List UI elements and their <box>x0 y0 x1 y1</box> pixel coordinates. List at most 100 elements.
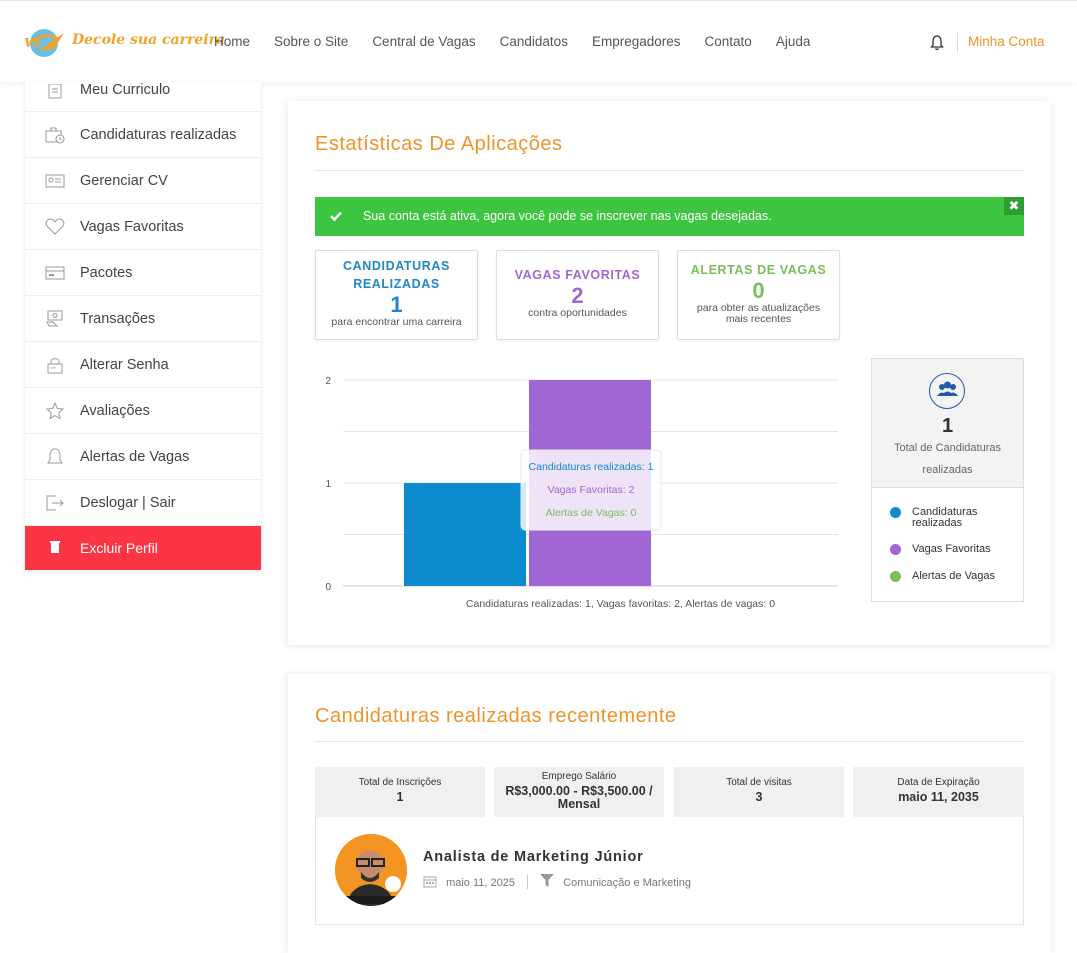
site-logo[interactable]: Vb Decole sua carreira <box>24 23 225 63</box>
stat-box-desc: para obter as atualizações mais recentes <box>696 302 821 325</box>
legend-item-alerts: Alertas de Vagas <box>890 571 1010 582</box>
stat-box-value: 2 <box>571 283 584 308</box>
info-total-inscriptions: Total de Inscrições 1 <box>315 767 485 817</box>
job-category: Comunicação e Marketing <box>563 877 691 889</box>
star-icon <box>45 401 65 419</box>
info-value: 3 <box>755 790 763 804</box>
legend-dot <box>890 507 901 518</box>
notification-bell-icon[interactable] <box>930 35 944 51</box>
sidebar-item-label: Transações <box>80 310 156 327</box>
dashboard-sidebar: Meu Curriculo Candidaturas realizadas Ge… <box>25 82 261 570</box>
total-applications-value: 1 <box>941 415 954 437</box>
delete-profile-button[interactable]: Excluir Perfil <box>25 526 261 570</box>
sidebar-item-label: Vagas Favoritas <box>80 218 184 235</box>
y-tick-label: 2 <box>325 376 331 387</box>
sidebar-item-label: Alterar Senha <box>80 356 169 373</box>
job-list-item[interactable]: Analista de Marketing Júnior maio 11, 20… <box>315 817 1024 925</box>
users-icon <box>936 381 958 396</box>
stat-box-title: CANDIDATURAS REALIZADAS <box>343 259 450 291</box>
recent-card-title: Candidaturas realizadas recentemente <box>315 705 677 727</box>
alert-message: Sua conta está ativa, agora você pode se… <box>363 209 772 223</box>
legend-dot <box>890 544 901 555</box>
calendar-icon <box>423 876 437 888</box>
legend-dot <box>890 571 901 582</box>
delete-profile-label: Excluir Perfil <box>80 540 158 556</box>
heart-icon <box>45 217 65 235</box>
nav-central-vagas[interactable]: Central de Vagas <box>372 34 475 49</box>
info-expiration: Data de Expiração maio 11, 2035 <box>853 767 1024 817</box>
info-header: Total de visitas <box>726 777 792 788</box>
applications-bar-chart: 0 1 2 Candidaturas realizadas: 1 Vagas Favor… <box>325 376 838 610</box>
filter-icon <box>540 874 555 887</box>
sidebar-item-applications[interactable]: Candidaturas realizadas <box>25 112 261 158</box>
info-header: Emprego Salário <box>541 771 617 782</box>
y-tick-label: 1 <box>325 479 331 490</box>
trash-icon <box>50 541 60 553</box>
legend-item-applications: Candidaturas realizadas <box>890 507 1010 529</box>
sidebar-item-label: Gerenciar CV <box>80 172 168 189</box>
password-icon: *** <box>47 357 63 373</box>
sidebar-item-logout[interactable]: Deslogar | Sair <box>25 480 261 526</box>
y-tick-label: 0 <box>325 582 331 593</box>
info-value: 1 <box>396 790 404 804</box>
chart-x-label: Candidaturas realizadas: 1, Vagas favori… <box>466 598 775 610</box>
sidebar-item-label: Meu Curriculo <box>80 82 171 98</box>
legend-label: Alertas de Vagas <box>912 570 995 582</box>
nav-empregadores[interactable]: Empregadores <box>592 34 681 49</box>
stat-box-title: ALERTAS DE VAGAS <box>690 263 827 277</box>
sidebar-item-label: Alertas de Vagas <box>80 448 190 465</box>
chart-tooltip-line: Candidaturas realizadas: 1 <box>529 461 654 473</box>
briefcase-clock-icon <box>45 127 65 143</box>
sidebar-item-job-alerts[interactable]: Alertas de Vagas <box>25 434 261 480</box>
logo-text: Decole sua carreira <box>72 32 226 48</box>
transaction-icon <box>46 310 63 326</box>
stat-box-alerts: ALERTAS DE VAGAS 0 para obter as atualiz… <box>677 250 840 340</box>
alert-close-button[interactable]: ✖ <box>1004 197 1024 215</box>
chart-bar-1 <box>404 483 526 586</box>
sidebar-item-transactions[interactable]: Transações <box>25 296 261 342</box>
nav-ajuda[interactable]: Ajuda <box>776 34 811 49</box>
info-header: Data de Expiração <box>897 777 980 788</box>
nav-contato[interactable]: Contato <box>705 34 752 49</box>
main-nav: Home Sobre o Site Central de Vagas Candi… <box>214 34 834 49</box>
chart-tooltip-line: Alertas de Vagas: 0 <box>546 507 637 519</box>
info-value: R$3,000.00 - R$3,500.00 / Mensal <box>505 784 653 811</box>
account-active-alert: Sua conta está ativa, agora você pode se… <box>315 197 1024 236</box>
company-avatar <box>335 834 407 906</box>
logout-icon <box>46 495 64 510</box>
sidebar-item-favorites[interactable]: Vagas Favoritas <box>25 204 261 250</box>
stat-box-applications: CANDIDATURAS REALIZADAS 1 para encontrar… <box>315 250 478 340</box>
users-icon-circle <box>929 373 965 409</box>
stats-card-title: Estatísticas De Aplicações <box>315 133 563 155</box>
sidebar-item-manage-cv[interactable]: Gerenciar CV <box>25 158 261 204</box>
nav-sobre[interactable]: Sobre o Site <box>274 34 348 49</box>
legend-item-favorites: Vagas Favoritas <box>890 544 1010 555</box>
chart-tooltip-line: Vagas Favoritas: 2 <box>548 484 635 496</box>
plane-logo-icon: Vb <box>24 29 64 57</box>
sidebar-item-reviews[interactable]: Avaliações <box>25 388 261 434</box>
job-title-link[interactable]: Analista de Marketing Júnior <box>423 849 644 865</box>
application-stats-card: Estatísticas De Aplicações Sua conta est… <box>288 101 1051 645</box>
total-applications-summary: 1 Total de Candidaturas realizadas <box>872 359 1023 488</box>
recent-applications-card: Candidaturas realizadas recentemente Tot… <box>288 673 1051 953</box>
my-account-link[interactable]: Minha Conta <box>968 34 1045 49</box>
nav-candidatos[interactable]: Candidatos <box>500 34 568 49</box>
sidebar-item-change-password[interactable]: *** Alterar Senha <box>25 342 261 388</box>
check-icon <box>330 211 342 222</box>
title-divider <box>315 741 1024 742</box>
info-salary: Emprego Salário R$3,000.00 - R$3,500.00 … <box>494 767 664 817</box>
stat-box-value: 0 <box>752 278 765 303</box>
total-applications-label: Total de Candidaturas realizadas <box>893 442 1001 476</box>
sidebar-item-label: Deslogar | Sair <box>80 494 176 511</box>
sidebar-item-resume[interactable]: Meu Curriculo <box>25 82 261 112</box>
legend-label: Vagas Favoritas <box>912 543 991 555</box>
bell-icon <box>47 447 63 463</box>
nav-home[interactable]: Home <box>214 34 250 49</box>
id-card-icon <box>45 174 65 187</box>
total-applications-panel: 1 Total de Candidaturas realizadas Candi… <box>871 358 1024 602</box>
sidebar-item-packages[interactable]: Pacotes <box>25 250 261 296</box>
svg-text:Vb: Vb <box>24 36 42 50</box>
stat-box-desc: contra oportunidades <box>528 307 627 319</box>
stat-box-favorites: VAGAS FAVORITAS 2 contra oportunidades <box>496 250 659 340</box>
stat-box-desc: para encontrar uma carreira <box>331 316 462 328</box>
